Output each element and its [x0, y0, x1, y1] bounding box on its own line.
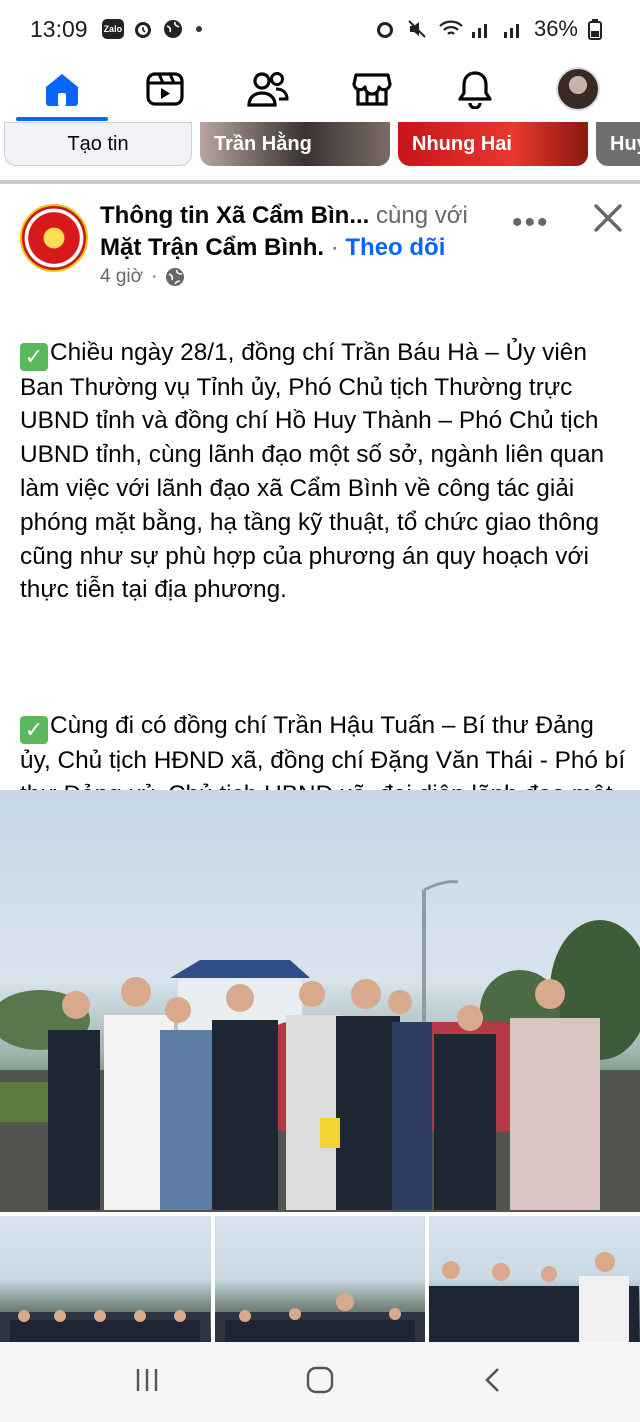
video-icon — [146, 72, 184, 106]
title-separator: · — [330, 234, 339, 261]
signal-icon — [502, 18, 524, 40]
mute-icon — [406, 18, 428, 40]
back-button[interactable] — [478, 1365, 508, 1400]
post-header: Thông tin Xã Cẩm Bìn... cùng với Mặt Trậ… — [0, 196, 640, 296]
post-photo-main[interactable] — [0, 790, 640, 1212]
zalo-icon: Zalo — [101, 19, 125, 39]
globe-icon — [166, 268, 185, 286]
create-story-button[interactable]: Tạo tin — [4, 122, 192, 166]
battery-icon — [588, 18, 610, 40]
coauthor-name[interactable]: Mặt Trận Cẩm Bình. — [100, 234, 324, 261]
nav-marketplace[interactable] — [332, 61, 412, 117]
more-options-button[interactable]: ••• — [512, 206, 550, 240]
system-nav-bar — [0, 1342, 640, 1422]
home-button[interactable] — [305, 1365, 335, 1400]
stories-strip: Tạo tin Trần Hằng Nhung Hai Huy — [0, 122, 640, 172]
notification-dot — [196, 26, 203, 32]
top-nav-bar — [0, 58, 640, 121]
nav-profile[interactable] — [538, 61, 618, 117]
battery-percent: 36% — [533, 16, 578, 41]
status-bar: 13:09 Zalo 36% — [0, 0, 640, 58]
post-meta: 4 giờ · — [100, 266, 185, 288]
nav-video[interactable] — [125, 61, 205, 117]
paragraph-text: Chiều ngày 28/1, đồng chí Trần Báu Hà – … — [20, 338, 605, 604]
friends-icon — [247, 72, 289, 107]
recent-apps-icon — [136, 1368, 157, 1391]
alarm-icon — [132, 18, 154, 40]
photo-scene — [0, 880, 640, 1212]
home-circle-icon — [306, 1366, 334, 1393]
recent-apps-button[interactable] — [132, 1365, 162, 1400]
marketplace-icon — [352, 73, 392, 106]
photo-scene — [214, 1293, 425, 1342]
page-logo[interactable] — [20, 204, 88, 272]
photo-scene — [429, 1252, 640, 1342]
nav-notifications[interactable] — [435, 61, 515, 117]
check-icon: ✓ — [20, 342, 48, 371]
author-name[interactable]: Thông tin Xã Cẩm Bìn... — [100, 202, 369, 229]
with-label: cùng với — [376, 202, 468, 229]
post-title: Thông tin Xã Cẩm Bìn... cùng với Mặt Trậ… — [100, 200, 500, 264]
post-paragraph: ✓ Chiều ngày 28/1, đồng chí Trần Báu Hà –… — [20, 336, 628, 607]
story-card[interactable]: Huy — [596, 122, 640, 166]
post-time[interactable]: 4 giờ — [100, 266, 143, 288]
story-card[interactable]: Nhung Hai — [398, 122, 588, 166]
feed-divider — [0, 180, 640, 184]
bell-icon — [458, 71, 492, 109]
post-photo-thumb[interactable] — [0, 1216, 211, 1342]
signal-icon — [470, 18, 492, 40]
globe-icon — [162, 18, 184, 40]
close-icon — [594, 204, 622, 232]
nav-friends[interactable] — [228, 61, 308, 117]
post-photo-row — [0, 1216, 640, 1342]
alarm-icon — [374, 18, 396, 40]
follow-button[interactable]: Theo dõi — [345, 234, 445, 261]
status-time: 13:09 — [30, 15, 88, 42]
nav-home[interactable] — [15, 61, 108, 121]
post-photo-thumb[interactable] — [429, 1216, 640, 1342]
home-icon — [45, 74, 78, 106]
post-photo-thumb[interactable] — [214, 1216, 426, 1342]
wifi-icon — [438, 18, 463, 40]
meta-separator: · — [151, 266, 158, 287]
photo-scene — [0, 1310, 210, 1342]
back-icon — [485, 1367, 500, 1392]
story-card[interactable]: Trần Hằng — [200, 122, 390, 166]
close-button[interactable] — [588, 198, 628, 238]
profile-avatar — [556, 67, 601, 111]
check-icon: ✓ — [20, 715, 48, 744]
